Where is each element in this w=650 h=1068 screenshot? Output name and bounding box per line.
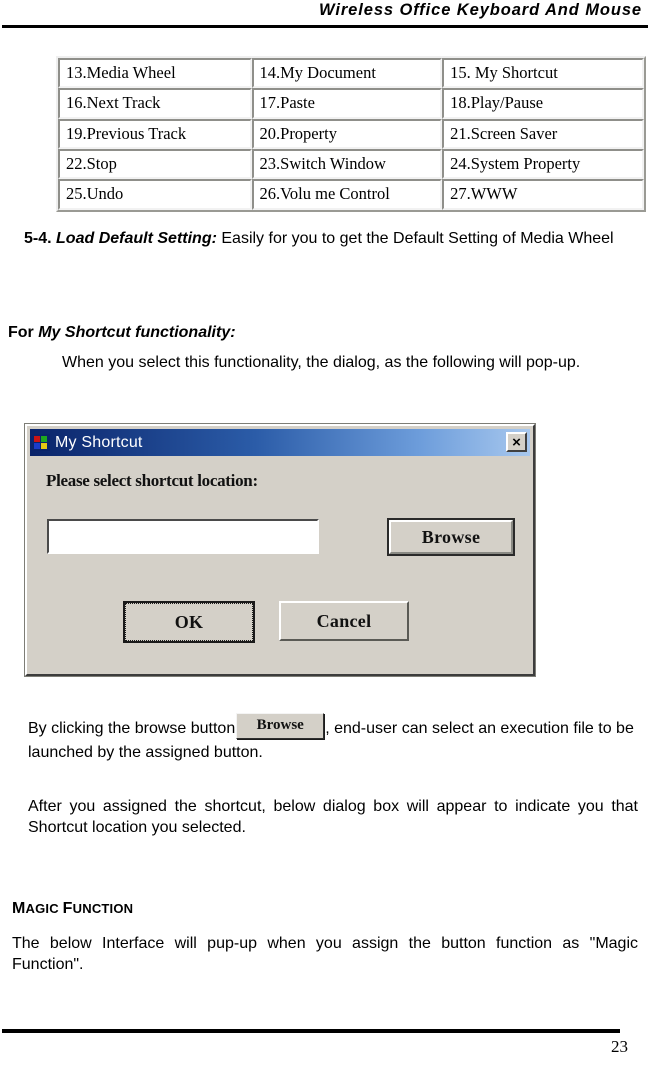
function-list-table: 13.Media Wheel 14.My Document 15. My Sho… bbox=[56, 56, 646, 212]
table-cell: 18.Play/Pause bbox=[442, 88, 644, 119]
ok-button-label: OK bbox=[125, 603, 253, 641]
browse-instruction-before: By clicking the browse button bbox=[28, 720, 236, 738]
table-row: 25.Undo 26.Volu me Control 27.WWW bbox=[58, 179, 644, 210]
header-title: Wireless Office Keyboard And Mouse bbox=[319, 1, 642, 19]
my-shortcut-dialog[interactable]: My Shortcut × Please select shortcut loc… bbox=[25, 424, 535, 676]
table-row: 13.Media Wheel 14.My Document 15. My Sho… bbox=[58, 58, 644, 89]
dialog-title: My Shortcut bbox=[55, 433, 143, 451]
magic-heading-f: F bbox=[62, 900, 73, 917]
document-page: Wireless Office Keyboard And Mouse 13.Me… bbox=[0, 0, 650, 1068]
my-shortcut-body: When you select this functionality, the … bbox=[62, 354, 581, 371]
table-cell: 22.Stop bbox=[58, 148, 252, 180]
section-body: Easily for you to get the Default Settin… bbox=[221, 230, 614, 247]
table-cell: 14.My Document bbox=[251, 58, 443, 89]
app-icon bbox=[33, 434, 50, 451]
magic-heading-m: M bbox=[12, 900, 26, 917]
table-row: 19.Previous Track 20.Property 21.Screen … bbox=[58, 118, 644, 149]
browse-button[interactable]: Browse bbox=[387, 518, 515, 556]
table-cell: 16.Next Track bbox=[58, 88, 252, 119]
section-title: Load Default Setting: bbox=[56, 230, 217, 247]
load-default-setting-paragraph: 5-4. Load Default Setting: Easily for yo… bbox=[24, 228, 638, 249]
browse-button-label: Browse bbox=[389, 520, 513, 554]
browse-instruction-paragraph: By clicking the browse button Browse, end… bbox=[28, 713, 638, 763]
my-shortcut-lead: For My Shortcut functionality: bbox=[8, 322, 638, 343]
table-cell: 17.Paste bbox=[251, 88, 443, 119]
table-cell: 25.Undo bbox=[58, 179, 252, 210]
table-cell: 26.Volu me Control bbox=[251, 179, 443, 210]
page-header: Wireless Office Keyboard And Mouse bbox=[0, 0, 650, 34]
table-cell: 21.Screen Saver bbox=[442, 118, 644, 149]
table-cell: 23.Switch Window bbox=[251, 148, 443, 180]
footer-rule bbox=[2, 1029, 620, 1033]
close-icon[interactable]: × bbox=[506, 432, 527, 452]
after-assign-paragraph: After you assigned the shortcut, below d… bbox=[28, 798, 638, 837]
ok-button[interactable]: OK bbox=[123, 601, 255, 643]
dialog-prompt-label: Please select shortcut location: bbox=[46, 471, 258, 490]
table-cell: 20.Property bbox=[251, 118, 443, 149]
header-rule bbox=[2, 25, 648, 28]
magic-heading-unction: UNCTION bbox=[72, 901, 134, 916]
table-cell: 13.Media Wheel bbox=[58, 58, 252, 89]
table-row: 16.Next Track 17.Paste 18.Play/Pause bbox=[58, 88, 644, 119]
my-shortcut-lead-prefix: For bbox=[8, 324, 39, 341]
dialog-titlebar[interactable]: My Shortcut × bbox=[30, 429, 530, 456]
table-cell: 19.Previous Track bbox=[58, 118, 252, 149]
magic-function-heading: MAGIC FUNCTION bbox=[12, 900, 133, 918]
table-cell: 15. My Shortcut bbox=[442, 58, 644, 89]
magic-heading-agic: AGIC bbox=[25, 901, 63, 916]
my-shortcut-lead-title: My Shortcut functionality: bbox=[38, 324, 236, 341]
shortcut-location-input[interactable] bbox=[47, 519, 319, 554]
table-cell: 24.System Property bbox=[442, 148, 644, 180]
page-number: 23 bbox=[611, 1037, 628, 1056]
table-row: 22.Stop 23.Switch Window 24.System Prope… bbox=[58, 148, 644, 180]
magic-function-paragraph: The below Interface will pup-up when you… bbox=[12, 935, 638, 974]
cancel-button[interactable]: Cancel bbox=[279, 601, 409, 641]
section-number: 5-4. bbox=[24, 230, 52, 247]
inline-browse-button-image: Browse bbox=[236, 713, 325, 739]
table-cell: 27.WWW bbox=[442, 179, 644, 210]
